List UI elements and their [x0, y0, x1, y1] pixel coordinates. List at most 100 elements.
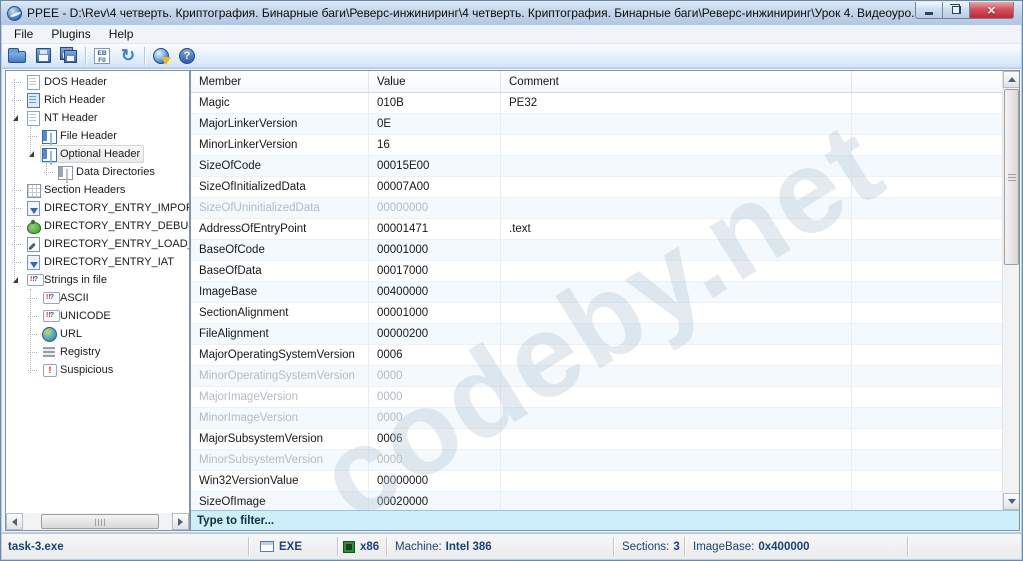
table-row[interactable]: MajorSubsystemVersion 0006	[191, 429, 1002, 450]
hex-icon-line1: EB	[97, 49, 107, 57]
scroll-left-button[interactable]	[6, 513, 23, 530]
tree-item-label: DIRECTORY_ENTRY_IAT	[44, 256, 174, 268]
save-all-button[interactable]	[56, 45, 82, 67]
tree-item[interactable]: Rich Header	[6, 91, 189, 109]
tree-expander-icon[interactable]	[26, 345, 40, 359]
table-row[interactable]: FileAlignment 00000200	[191, 324, 1002, 345]
tree-expander-icon[interactable]	[26, 363, 40, 377]
tree-expander-icon[interactable]	[10, 255, 24, 269]
table-row[interactable]: MajorImageVersion 0000	[191, 387, 1002, 408]
member-cell: MinorImageVersion	[191, 408, 369, 428]
value-cell: 0E	[369, 114, 501, 134]
filter-input[interactable]	[191, 511, 1019, 530]
tree-item[interactable]: Optional Header	[6, 145, 189, 163]
comment-cell	[501, 135, 852, 155]
tree-expander-icon[interactable]	[26, 129, 40, 143]
tree-item[interactable]: UNICODE	[6, 307, 189, 325]
tree-item[interactable]: NT Header	[6, 109, 189, 127]
comment-cell	[501, 471, 852, 491]
menu-item-label: Plugins	[51, 27, 91, 41]
tree-item[interactable]: DIRECTORY_ENTRY_DEBUG	[6, 217, 189, 235]
filler-cell	[852, 450, 1002, 470]
close-icon: ×	[987, 2, 996, 18]
tree-expander-icon[interactable]	[26, 309, 40, 323]
table-row[interactable]: MinorOperatingSystemVersion 0000	[191, 366, 1002, 387]
tree-item[interactable]: ASCII	[6, 289, 189, 307]
app-icon	[7, 5, 22, 21]
table-row[interactable]: Win32VersionValue 00000000	[191, 471, 1002, 492]
tree-expander-icon[interactable]	[10, 183, 24, 197]
tree-item-body: DIRECTORY_ENTRY_LOAD_CONFIG	[24, 235, 189, 253]
online-lookup-button[interactable]	[148, 45, 174, 67]
tree-item[interactable]: Strings in file	[6, 271, 189, 289]
table-row[interactable]: MinorSubsystemVersion 0000	[191, 450, 1002, 471]
scroll-track[interactable]	[23, 513, 172, 530]
table-row[interactable]: MinorImageVersion 0000	[191, 408, 1002, 429]
help-button[interactable]: ?	[174, 45, 200, 67]
tree-expander-icon[interactable]	[10, 111, 24, 125]
tree-expander-icon[interactable]	[10, 219, 24, 233]
table-row[interactable]: SizeOfInitializedData 00007A00	[191, 177, 1002, 198]
scroll-thumb[interactable]	[1004, 89, 1019, 265]
tree-expander-icon[interactable]	[26, 291, 40, 305]
menu-item[interactable]: Plugins	[42, 26, 99, 42]
column-header-comment[interactable]: Comment	[501, 71, 852, 92]
tree-expander-icon[interactable]	[10, 237, 24, 251]
hex-editor-button[interactable]: EB F0	[89, 45, 115, 67]
column-header-value[interactable]: Value	[369, 71, 501, 92]
tree-item[interactable]: Registry	[6, 343, 189, 361]
member-cell: SectionAlignment	[191, 303, 369, 323]
member-cell: AddressOfEntryPoint	[191, 219, 369, 239]
scroll-down-button[interactable]	[1003, 493, 1019, 510]
table-row[interactable]: SizeOfImage 00020000	[191, 492, 1002, 510]
table-row[interactable]: SectionAlignment 00001000	[191, 303, 1002, 324]
open-file-button[interactable]	[4, 45, 30, 67]
tree-expander-icon[interactable]	[10, 75, 24, 89]
tree-item[interactable]: File Header	[6, 127, 189, 145]
tree-item[interactable]: DOS Header	[6, 73, 189, 91]
tree-item-label: UNICODE	[60, 310, 111, 322]
table-row[interactable]: SizeOfCode 00015E00	[191, 156, 1002, 177]
tree-expander-icon[interactable]	[10, 201, 24, 215]
arrow-right-icon	[178, 517, 183, 526]
tree-item[interactable]: URL	[6, 325, 189, 343]
table-row[interactable]: MajorOperatingSystemVersion 0006	[191, 345, 1002, 366]
scroll-up-button[interactable]	[1003, 71, 1019, 88]
refresh-button[interactable]: ↻	[115, 45, 141, 67]
menu-item[interactable]: File	[5, 26, 42, 42]
scroll-right-button[interactable]	[172, 513, 189, 530]
table-row[interactable]: Magic 010B PE32	[191, 93, 1002, 114]
tree-horizontal-scrollbar[interactable]	[6, 513, 189, 530]
tree-item[interactable]: DIRECTORY_ENTRY_IAT	[6, 253, 189, 271]
save-button[interactable]	[30, 45, 56, 67]
tree-item[interactable]: Data Directories	[6, 163, 189, 181]
tree-item[interactable]: Suspicious	[6, 361, 189, 379]
column-header-member[interactable]: Member	[191, 71, 369, 92]
minimize-button[interactable]	[915, 2, 942, 19]
close-button[interactable]: ×	[969, 2, 1014, 19]
member-cell: MinorSubsystemVersion	[191, 450, 369, 470]
tree-expander-icon[interactable]	[26, 327, 40, 341]
filler-cell	[852, 114, 1002, 134]
table-row[interactable]: AddressOfEntryPoint 00001471 .text	[191, 219, 1002, 240]
tree-item-label: Suspicious	[60, 364, 114, 376]
table-row[interactable]: BaseOfCode 00001000	[191, 240, 1002, 261]
menu-item[interactable]: Help	[100, 26, 143, 42]
table-row[interactable]: MajorLinkerVersion 0E	[191, 114, 1002, 135]
tree-expander-icon[interactable]	[26, 147, 40, 161]
tree-item[interactable]: Section Headers	[6, 181, 189, 199]
menubar: File Plugins Help	[2, 25, 1021, 44]
restore-button[interactable]	[942, 2, 969, 19]
table-row[interactable]: ImageBase 00400000	[191, 282, 1002, 303]
tree-expander-icon[interactable]	[10, 273, 24, 287]
tree-expander-icon[interactable]	[42, 165, 56, 179]
table-vertical-scrollbar[interactable]	[1002, 71, 1019, 510]
scroll-thumb[interactable]	[41, 514, 159, 529]
table-row[interactable]: BaseOfData 00017000	[191, 261, 1002, 282]
tree-expander-icon[interactable]	[10, 93, 24, 107]
table-row[interactable]: MinorLinkerVersion 16	[191, 135, 1002, 156]
tree-item[interactable]: DIRECTORY_ENTRY_IMPORT	[6, 199, 189, 217]
tree-item[interactable]: DIRECTORY_ENTRY_LOAD_CONFIG	[6, 235, 189, 253]
globe-download-icon	[153, 47, 171, 65]
table-row[interactable]: SizeOfUninitializedData 00000000	[191, 198, 1002, 219]
